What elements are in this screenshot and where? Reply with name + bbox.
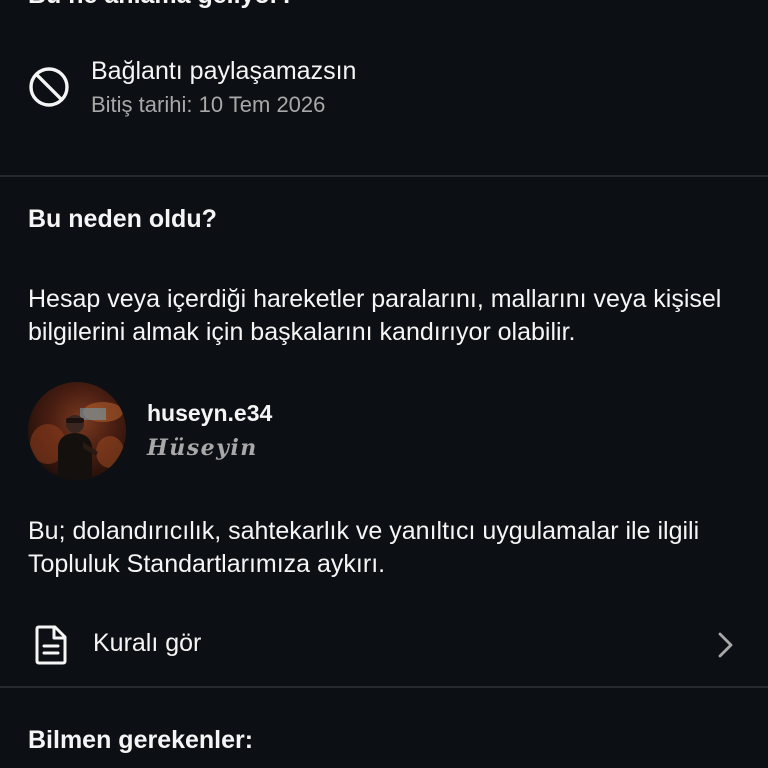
ban-icon	[29, 67, 69, 107]
display-name: Hüseyin	[147, 435, 258, 461]
section-divider	[0, 175, 768, 177]
avatar[interactable]	[28, 382, 126, 480]
section-heading-why: Bu neden oldu?	[28, 205, 217, 233]
section-heading-what-it-means: Bu ne anlama geliyor?	[28, 0, 295, 10]
account-card[interactable]: huseyn.e34 Hüseyin	[28, 382, 428, 480]
restriction-row: Bağlantı paylaşamazsın Bitiş tarihi: 10 …	[28, 55, 740, 121]
avatar-photo	[30, 402, 124, 480]
see-rule-button[interactable]: Kuralı gör	[0, 614, 768, 674]
reason-text: Hesap veya içerdiği hareketler paraların…	[28, 285, 722, 346]
restriction-end-date: Bitiş tarihi: 10 Tem 2026	[91, 92, 326, 117]
chevron-right-icon	[718, 632, 733, 658]
restriction-title: Bağlantı paylaşamazsın	[91, 57, 357, 85]
document-icon	[35, 625, 67, 665]
policy-text: Bu; dolandırıcılık, sahtekarlık ve yanıl…	[28, 517, 700, 578]
username[interactable]: huseyn.e34	[147, 400, 272, 427]
section-heading-things-to-know: Bilmen gerekenler:	[28, 726, 254, 754]
see-rule-label: Kuralı gör	[93, 629, 202, 657]
section-divider	[0, 686, 768, 688]
